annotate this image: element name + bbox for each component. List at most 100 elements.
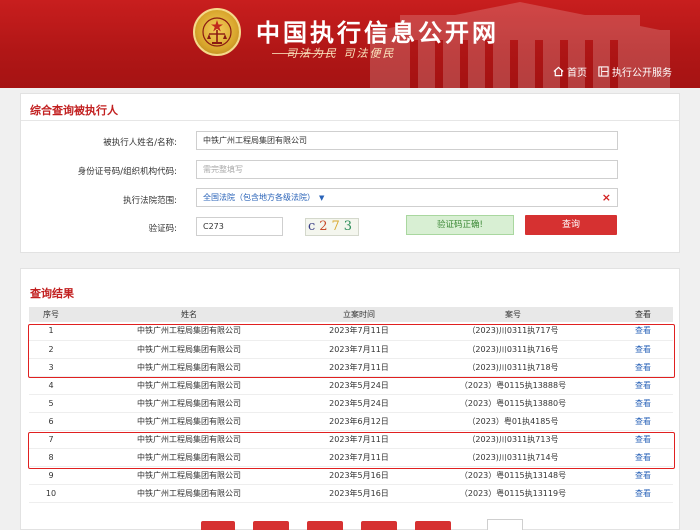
cell-name: 中铁广州工程局集团有限公司 (73, 322, 305, 341)
cell-case: （2023）粤0115执13148号 (413, 466, 613, 485)
captcha-input[interactable]: C273 (196, 217, 283, 236)
nav-service-label: 执行公开服务 (612, 67, 672, 79)
view-link[interactable]: 查看 (613, 466, 673, 485)
cell-date: 2023年7月11日 (305, 448, 413, 467)
pager-page-input[interactable] (487, 519, 523, 530)
captcha-verified-badge: 验证码正确! (406, 215, 514, 235)
cell-date: 2023年7月11日 (305, 340, 413, 359)
results-title: 查询结果 (30, 287, 74, 300)
pager-first-button[interactable] (201, 521, 235, 530)
cell-case: （2023）粤01执4185号 (413, 412, 613, 431)
pager-prev-button[interactable] (253, 521, 289, 530)
table-row: 10 中铁广州工程局集团有限公司 2023年5月16日 （2023）粤0115执131… (29, 484, 673, 503)
cell-no: 2 (29, 340, 73, 359)
table-row: 7 中铁广州工程局集团有限公司 2023年7月11日 （2023)川0311执713号… (29, 430, 673, 449)
cell-date: 2023年5月16日 (305, 484, 413, 503)
pager-next-button[interactable] (307, 521, 343, 530)
col-header-date: 立案时间 (305, 307, 413, 322)
cell-no: 9 (29, 466, 73, 485)
cell-name: 中铁广州工程局集团有限公司 (73, 412, 305, 431)
cell-name: 中铁广州工程局集团有限公司 (73, 484, 305, 503)
table-row: 9 中铁广州工程局集团有限公司 2023年5月16日 （2023）粤0115执1314… (29, 466, 673, 485)
court-emblem-logo (193, 8, 241, 56)
nav-home-label: 首页 (567, 67, 587, 79)
service-grid-icon (598, 65, 609, 77)
cell-name: 中铁广州工程局集团有限公司 (73, 430, 305, 449)
cell-date: 2023年6月12日 (305, 412, 413, 431)
view-link[interactable]: 查看 (613, 322, 673, 341)
cell-name: 中铁广州工程局集团有限公司 (73, 358, 305, 377)
query-panel-divider (21, 120, 679, 121)
id-label: 身份证号码/组织机构代码: (77, 167, 177, 177)
cell-name: 中铁广州工程局集团有限公司 (73, 448, 305, 467)
cell-date: 2023年5月16日 (305, 466, 413, 485)
cell-no: 3 (29, 358, 73, 377)
nav-home-link[interactable]: 首页 (553, 63, 587, 79)
cell-name: 中铁广州工程局集团有限公司 (73, 340, 305, 359)
home-icon (553, 66, 564, 76)
clear-icon[interactable]: × (602, 189, 611, 206)
cell-no: 10 (29, 484, 73, 503)
cell-no: 1 (29, 322, 73, 341)
cell-name: 中铁广州工程局集团有限公司 (73, 466, 305, 485)
cell-no: 5 (29, 394, 73, 413)
captcha-label: 验证码: (148, 224, 177, 234)
col-header-name: 姓名 (73, 307, 305, 322)
cell-no: 6 (29, 412, 73, 431)
court-select-value: 全国法院（包含地方各级法院） (203, 193, 315, 202)
query-panel: 综合查询被执行人 被执行人姓名/名称: 中铁广州工程局集团有限公司 身份证号码/… (20, 93, 680, 253)
col-header-case: 案号 (413, 307, 613, 322)
court-label: 执行法院范围: (123, 196, 177, 206)
table-row: 2 中铁广州工程局集团有限公司 2023年7月11日 （2023)川0311执716号… (29, 340, 673, 359)
results-panel: 查询结果 序号 姓名 立案时间 案号 查看 1 中铁广州工程局集团有限公司 2023… (20, 268, 680, 530)
pager-go-button[interactable] (415, 521, 451, 530)
table-row: 5 中铁广州工程局集团有限公司 2023年5月24日 （2023）粤0115执1388… (29, 394, 673, 413)
cell-case: （2023)川0311执714号 (413, 448, 613, 467)
cell-case: （2023)川0311执713号 (413, 430, 613, 449)
cell-case: （2023）粤0115执13888号 (413, 376, 613, 395)
captcha-image[interactable]: c273 (305, 218, 359, 236)
cell-case: （2023)川0311执718号 (413, 358, 613, 377)
view-link[interactable]: 查看 (613, 376, 673, 395)
cell-date: 2023年7月11日 (305, 322, 413, 341)
cell-date: 2023年7月11日 (305, 358, 413, 377)
view-link[interactable]: 查看 (613, 412, 673, 431)
name-label: 被执行人姓名/名称: (103, 138, 177, 148)
id-input[interactable]: 需完整填写 (196, 160, 618, 179)
cell-case: （2023)川0311执716号 (413, 340, 613, 359)
view-link[interactable]: 查看 (613, 448, 673, 467)
cell-date: 2023年7月11日 (305, 430, 413, 449)
chevron-down-icon: ▼ (319, 194, 325, 202)
col-header-no: 序号 (29, 307, 73, 322)
site-slogan: 司法为民 司法便民 (286, 47, 396, 60)
cell-case: （2023）粤0115执13880号 (413, 394, 613, 413)
view-link[interactable]: 查看 (613, 394, 673, 413)
query-button[interactable]: 查询 (525, 215, 617, 235)
col-header-view: 查看 (613, 307, 673, 322)
court-select[interactable]: 全国法院（包含地方各级法院） ▼ × (196, 188, 618, 207)
view-link[interactable]: 查看 (613, 430, 673, 449)
cell-date: 2023年5月24日 (305, 394, 413, 413)
cell-no: 8 (29, 448, 73, 467)
table-row: 8 中铁广州工程局集团有限公司 2023年7月11日 （2023)川0311执714号… (29, 448, 673, 467)
view-link[interactable]: 查看 (613, 340, 673, 359)
cell-no: 4 (29, 376, 73, 395)
site-header: 中国执行信息公开网 司法为民 司法便民 首页 执行公开服务 (0, 0, 700, 88)
cell-name: 中铁广州工程局集团有限公司 (73, 376, 305, 395)
table-row: 1 中铁广州工程局集团有限公司 2023年7月11日 （2023)川0311执717号… (29, 322, 673, 341)
cell-case: （2023)川0311执717号 (413, 322, 613, 341)
table-row: 6 中铁广州工程局集团有限公司 2023年6月12日 （2023）粤01执4185号查… (29, 412, 673, 431)
cell-date: 2023年5月24日 (305, 376, 413, 395)
view-link[interactable]: 查看 (613, 484, 673, 503)
nav-service-link[interactable]: 执行公开服务 (598, 63, 672, 79)
view-link[interactable]: 查看 (613, 358, 673, 377)
table-row: 3 中铁广州工程局集团有限公司 2023年7月11日 （2023)川0311执718号… (29, 358, 673, 377)
cell-case: （2023）粤0115执13119号 (413, 484, 613, 503)
cell-no: 7 (29, 430, 73, 449)
table-row: 4 中铁广州工程局集团有限公司 2023年5月24日 （2023）粤0115执1388… (29, 376, 673, 395)
name-input[interactable]: 中铁广州工程局集团有限公司 (196, 131, 618, 150)
site-title: 中国执行信息公开网 (256, 19, 499, 47)
query-panel-title: 综合查询被执行人 (30, 104, 118, 117)
pager-last-button[interactable] (361, 521, 397, 530)
cell-name: 中铁广州工程局集团有限公司 (73, 394, 305, 413)
